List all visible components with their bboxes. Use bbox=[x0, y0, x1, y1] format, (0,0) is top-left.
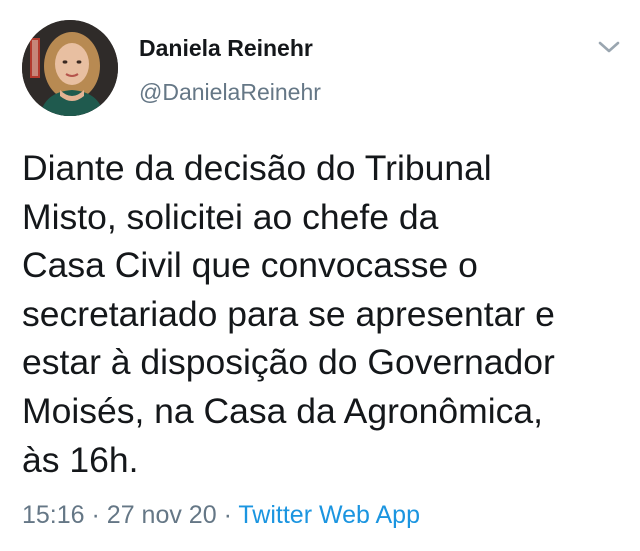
author-display-name[interactable]: Daniela Reinehr bbox=[139, 34, 313, 62]
chevron-down-icon[interactable] bbox=[596, 38, 622, 56]
tweet-time[interactable]: 15:16 bbox=[22, 501, 85, 529]
tweet-text-line: Casa Civil que convocasse o bbox=[22, 245, 478, 286]
tweet-text-line: estar à disposição do Governador bbox=[22, 342, 555, 383]
tweet-source-link[interactable]: Twitter Web App bbox=[238, 501, 420, 529]
meta-separator: · bbox=[223, 501, 232, 529]
tweet-meta: 15:16 · 27 nov 20 · Twitter Web App bbox=[22, 499, 420, 531]
tweet-text-line: Misto, solicitei ao chefe da bbox=[22, 196, 439, 237]
author-handle[interactable]: @DanielaReinehr bbox=[139, 78, 321, 106]
tweet-card: Daniela Reinehr @DanielaReinehr Diante d… bbox=[0, 0, 640, 551]
tweet-text-line: Moisés, na Casa da Agronômica, bbox=[22, 390, 543, 431]
avatar[interactable] bbox=[22, 20, 118, 116]
tweet-text-line: Diante da decisão do Tribunal bbox=[22, 148, 492, 188]
tweet-date[interactable]: 27 nov 20 bbox=[107, 501, 217, 529]
tweet-text-line: às 16h. bbox=[22, 439, 139, 480]
avatar-image bbox=[22, 20, 118, 116]
tweet-text-line: secretariado para se apresentar e bbox=[22, 293, 555, 334]
meta-separator: · bbox=[91, 501, 100, 529]
tweet-text: Diante da decisão do Tribunal Misto, sol… bbox=[22, 144, 622, 484]
